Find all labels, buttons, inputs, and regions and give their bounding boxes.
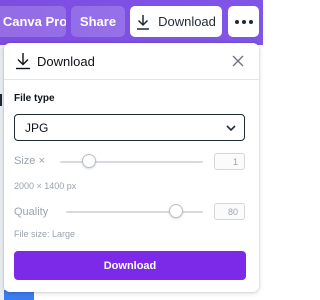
quality-input[interactable]: 80 — [214, 203, 245, 220]
download-toolbar-button[interactable]: Download — [130, 6, 222, 37]
size-value: 1 — [232, 156, 238, 167]
quality-slider-thumb[interactable] — [168, 204, 183, 218]
file-type-select[interactable]: JPG — [14, 114, 245, 141]
canva-pro-button[interactable]: Canva Pro — [0, 6, 66, 37]
top-toolbar: Canva Pro Share Download — [0, 0, 263, 45]
download-icon — [137, 14, 150, 30]
download-panel: Download File type JPG Size × 1 2000 × 1… — [4, 43, 259, 292]
download-button-label: Download — [103, 259, 157, 272]
share-label: Share — [79, 14, 117, 29]
file-type-label: File type — [14, 93, 55, 104]
download-button[interactable]: Download — [14, 251, 246, 280]
file-size-text: File size: Large — [14, 229, 76, 239]
size-slider-thumb[interactable] — [81, 154, 96, 168]
download-icon — [16, 53, 30, 70]
more-options-button[interactable] — [228, 6, 259, 37]
quality-value: 80 — [227, 206, 238, 217]
quality-label: Quality — [14, 206, 49, 218]
size-label: Size × — [14, 155, 45, 167]
size-input[interactable]: 1 — [214, 153, 245, 170]
panel-header: Download — [4, 43, 259, 80]
download-toolbar-label: Download — [158, 14, 216, 29]
canvas-edge-marker — [0, 94, 2, 106]
panel-title: Download — [37, 54, 95, 69]
canva-pro-label: Canva Pro — [2, 14, 66, 29]
size-dimensions: 2000 × 1400 px — [14, 181, 77, 191]
chevron-down-icon — [226, 125, 236, 132]
share-button[interactable]: Share — [71, 6, 125, 37]
close-icon[interactable] — [232, 55, 244, 67]
file-type-value: JPG — [25, 121, 49, 135]
more-dots-icon — [234, 19, 253, 24]
